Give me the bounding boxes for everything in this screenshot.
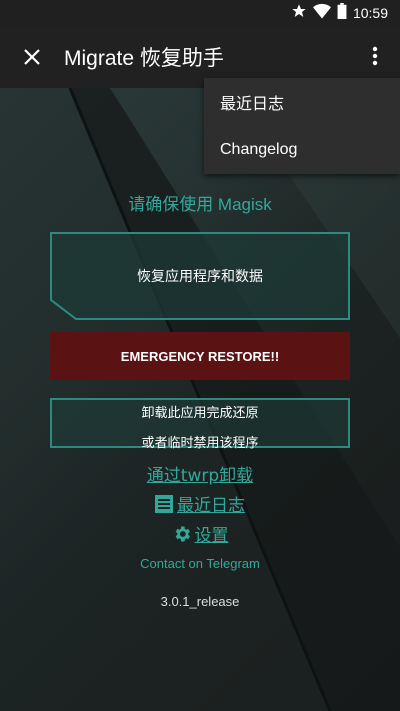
emergency-restore-button[interactable]: EMERGENCY RESTORE!!: [50, 332, 350, 380]
recent-logs-label: 最近日志: [177, 496, 245, 516]
status-time: 10:59: [352, 5, 388, 21]
menu-item-recent-logs[interactable]: 最近日志: [204, 78, 400, 126]
settings-label: 设置: [194, 526, 229, 546]
telegram-contact-link[interactable]: Contact on Telegram: [0, 556, 400, 571]
list-icon: [155, 494, 173, 513]
more-vert-icon: [372, 46, 378, 66]
close-button[interactable]: [0, 48, 64, 66]
restore-apps-button[interactable]: 恢复应用程序和数据: [50, 232, 350, 320]
twrp-uninstall-label: 通过twrp卸载: [146, 466, 254, 486]
restore-button-label: 恢复应用程序和数据: [137, 269, 263, 285]
recent-logs-link[interactable]: 最近日志: [0, 491, 400, 516]
uninstall-line-1: 卸载此应用完成还原: [141, 406, 259, 421]
overflow-menu: 最近日志 Changelog: [204, 78, 400, 174]
uninstall-line-2: 或者临时禁用该程序: [141, 436, 259, 451]
menu-item-changelog[interactable]: Changelog: [204, 126, 400, 174]
gear-icon: [175, 526, 190, 541]
settings-link[interactable]: 设置: [0, 521, 400, 546]
page-title: Migrate 恢复助手: [64, 47, 224, 70]
magisk-notice: 请确保使用 Magisk: [128, 195, 272, 214]
battery-icon: [337, 3, 347, 23]
uninstall-app-button[interactable]: 卸载此应用完成还原 或者临时禁用该程序: [50, 398, 350, 451]
version-label: 3.0.1_release: [160, 594, 240, 609]
overflow-menu-button[interactable]: [372, 46, 378, 70]
twrp-uninstall-link[interactable]: 通过twrp卸载: [0, 461, 400, 486]
wifi-icon: [312, 3, 331, 23]
status-bar: 10:59: [0, 0, 400, 26]
star-icon: [291, 3, 307, 23]
close-icon: [24, 49, 40, 65]
